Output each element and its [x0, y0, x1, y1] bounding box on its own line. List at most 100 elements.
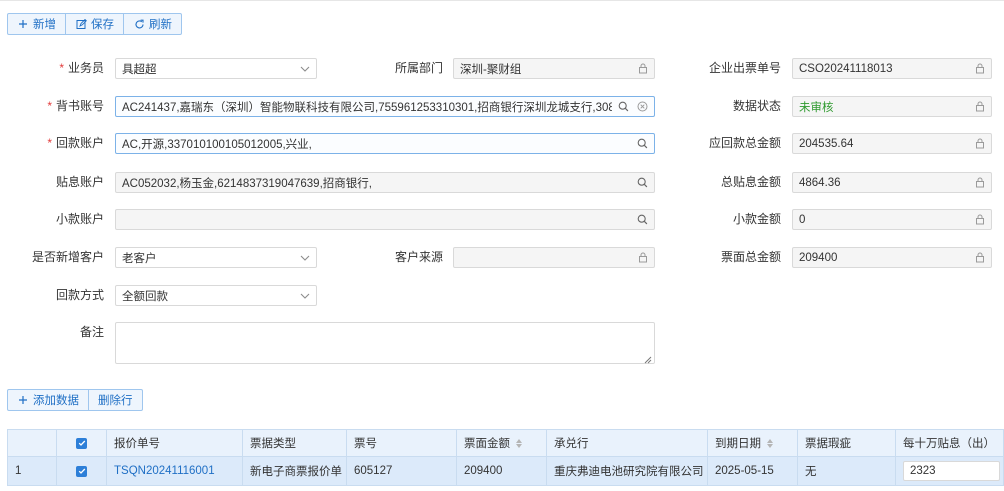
salesman-select[interactable]: 具超超 [115, 58, 317, 79]
resize-grip-icon[interactable] [644, 353, 652, 364]
lock-icon [975, 63, 985, 74]
sort-icon [516, 438, 522, 448]
salesman-label: * 业务员 [59, 61, 104, 75]
discount-cell: 2323 [895, 457, 1004, 485]
column-header[interactable]: 承兑行 [546, 430, 707, 456]
chevron-down-icon [300, 293, 310, 299]
column-header[interactable]: 每十万贴息（出） [895, 430, 1004, 456]
chevron-down-icon [300, 66, 310, 72]
discount-total-value: 4864.36 [799, 176, 841, 189]
repay-account-field[interactable]: AC,开源,337010100105012005,兴业, [115, 133, 655, 154]
search-icon[interactable] [637, 138, 648, 149]
repay-method-select[interactable]: 全额回款 [115, 285, 317, 306]
customer-source-label: 客户来源 [394, 250, 443, 264]
refresh-button-label: 刷新 [149, 19, 172, 31]
invoice-no-label: 企业出票单号 [708, 61, 781, 75]
receivable-total-field: 204535.64 [792, 133, 992, 154]
lock-icon [638, 63, 648, 74]
is-new-customer-value: 老客户 [122, 252, 157, 265]
remark-textarea[interactable] [115, 322, 655, 364]
save-button-label: 保存 [91, 19, 114, 31]
search-icon[interactable] [618, 101, 629, 112]
search-icon[interactable] [637, 214, 648, 225]
delete-row-button[interactable]: 删除行 [89, 390, 142, 410]
column-header-sortable[interactable]: 票面金额 [456, 430, 546, 456]
discount-total-field: 4864.36 [792, 172, 992, 193]
data-status-field: 未审核 [792, 96, 992, 117]
face-amount-cell: 209400 [456, 457, 546, 485]
add-row-button[interactable]: 添加数据 [8, 390, 89, 410]
face-total-label: 票面总金额 [720, 250, 781, 264]
plus-icon [17, 18, 29, 30]
add-row-label: 添加数据 [33, 395, 79, 407]
refresh-button[interactable]: 刷新 [124, 14, 181, 34]
row-checkbox[interactable] [56, 457, 106, 485]
quote-no-link[interactable]: TSQN20241116001 [106, 457, 242, 485]
repay-account-label: * 回款账户 [47, 136, 104, 150]
endorse-account-label: * 背书账号 [47, 99, 104, 113]
department-value: 深圳-聚财组 [460, 63, 522, 76]
acceptor-cell: 重庆弗迪电池研究院有限公司 [546, 457, 707, 485]
table-row[interactable]: 1 TSQN20241116001 新电子商票报价单 605127 209400… [7, 457, 1004, 486]
is-new-customer-label: 是否新增客户 [31, 250, 104, 264]
bill-type-cell: 新电子商票报价单 [242, 457, 346, 485]
data-status-value: 未审核 [799, 101, 834, 114]
endorse-account-value: AC241437,嘉瑞东（深圳）智能物联科技有限公司,7559612533103… [122, 101, 612, 114]
grid-header: 报价单号 票据类型 票号 票面金额 承兑行 到期日期 票据瑕疵 每十万贴息（出） [7, 429, 1004, 457]
due-date-cell: 2025-05-15 [707, 457, 797, 485]
is-new-customer-select[interactable]: 老客户 [115, 247, 317, 268]
invoice-no-value: CSO20241118013 [799, 62, 893, 75]
delete-row-label: 删除行 [98, 395, 133, 407]
discount-account-field[interactable]: AC052032,杨玉金,6214837319047639,招商银行, [115, 172, 655, 193]
data-status-label: 数据状态 [732, 99, 781, 113]
edit-save-icon [75, 18, 87, 30]
add-button-label: 新增 [33, 19, 56, 31]
bill-no-cell: 605127 [346, 457, 456, 485]
grid-toolbar: 添加数据 删除行 [7, 389, 143, 411]
save-button[interactable]: 保存 [66, 14, 124, 34]
receivable-total-label: 应回款总金额 [708, 136, 781, 150]
search-icon[interactable] [637, 177, 648, 188]
discount-account-value: AC052032,杨玉金,6214837319047639,招商银行, [122, 177, 372, 190]
sort-icon [767, 438, 773, 448]
row-index: 1 [15, 465, 22, 477]
small-account-field[interactable] [115, 209, 655, 230]
small-amount-label: 小款金额 [732, 212, 781, 226]
select-all-checkbox[interactable] [56, 430, 106, 456]
column-header-sortable[interactable]: 到期日期 [707, 430, 797, 456]
discount-account-label: 贴息账户 [55, 175, 104, 189]
customer-source-field [453, 247, 655, 268]
index-header [8, 430, 56, 456]
column-header[interactable]: 票号 [346, 430, 456, 456]
small-amount-value: 0 [799, 213, 806, 226]
plus-icon [17, 394, 29, 406]
chevron-down-icon [300, 255, 310, 261]
lock-icon [975, 138, 985, 149]
department-label: 所属部门 [394, 61, 443, 75]
defect-cell: 无 [797, 457, 895, 485]
invoice-no-field: CSO20241118013 [792, 58, 992, 79]
column-header[interactable]: 报价单号 [106, 430, 242, 456]
salesman-value: 具超超 [122, 63, 157, 76]
lock-icon [975, 214, 985, 225]
lock-icon [975, 101, 985, 112]
small-amount-field: 0 [792, 209, 992, 230]
main-toolbar: 新增 保存 刷新 [7, 13, 182, 35]
repay-account-value: AC,开源,337010100105012005,兴业, [122, 138, 312, 151]
column-header[interactable]: 票据类型 [242, 430, 346, 456]
top-divider [0, 0, 1004, 1]
discount-total-label: 总贴息金额 [720, 175, 781, 189]
refresh-icon [133, 18, 145, 30]
checkbox-checked-icon [76, 465, 87, 477]
remark-label: 备注 [79, 325, 104, 339]
endorse-account-field[interactable]: AC241437,嘉瑞东（深圳）智能物联科技有限公司,7559612533103… [115, 96, 655, 117]
receivable-total-value: 204535.64 [799, 137, 854, 150]
repay-method-value: 全额回款 [122, 290, 168, 303]
lock-icon [975, 252, 985, 263]
small-account-label: 小款账户 [55, 212, 104, 226]
add-button[interactable]: 新增 [8, 14, 66, 34]
discount-per-100k-input[interactable]: 2323 [903, 461, 1000, 481]
lock-icon [975, 177, 985, 188]
clear-icon[interactable] [637, 101, 648, 112]
column-header[interactable]: 票据瑕疵 [797, 430, 895, 456]
